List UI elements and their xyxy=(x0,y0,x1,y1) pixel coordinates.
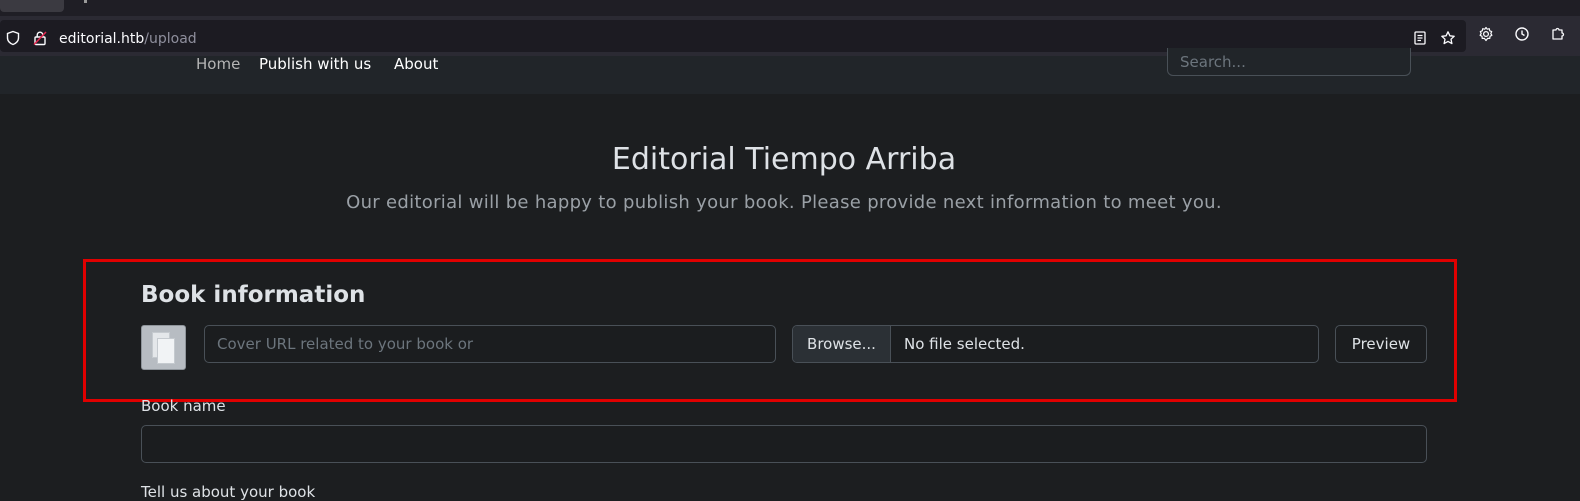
search-input[interactable] xyxy=(1167,48,1411,76)
file-status-text: No file selected. xyxy=(904,335,1025,353)
url-path: /upload xyxy=(144,31,197,47)
book-information-title: Book information xyxy=(141,282,366,308)
nav-home-link[interactable]: Home xyxy=(196,56,240,72)
extensions-puzzle-icon[interactable] xyxy=(1550,26,1566,42)
browser-tab-strip xyxy=(0,0,1580,16)
book-name-input[interactable] xyxy=(141,425,1427,463)
url-host: editorial.htb xyxy=(59,31,145,47)
tab-close-icon[interactable] xyxy=(84,0,87,3)
insecure-lock-icon[interactable] xyxy=(32,30,48,46)
book-name-label: Book name xyxy=(141,397,226,415)
gear-icon[interactable] xyxy=(1478,26,1494,42)
bookmark-star-icon[interactable] xyxy=(1440,30,1456,46)
page-subtitle: Our editorial will be happy to publish y… xyxy=(346,192,1222,213)
preview-button[interactable]: Preview xyxy=(1335,325,1427,363)
cover-preview-image xyxy=(141,325,186,370)
nav-publish-link[interactable]: Publish with us xyxy=(259,56,371,72)
shield-icon[interactable] xyxy=(5,30,21,46)
about-book-label: Tell us about your book xyxy=(141,483,316,501)
history-clock-icon[interactable] xyxy=(1514,26,1530,42)
reader-view-icon[interactable] xyxy=(1412,30,1428,46)
site-navbar: Home Publish with us About xyxy=(0,48,1580,94)
url-text[interactable]: editorial.htb/upload xyxy=(59,30,197,48)
cover-file-input[interactable]: Browse... No file selected. xyxy=(792,325,1319,363)
nav-about-link[interactable]: About xyxy=(394,56,438,72)
page-title: Editorial Tiempo Arriba xyxy=(611,142,957,177)
cover-url-input[interactable] xyxy=(204,325,776,363)
browse-button[interactable]: Browse... xyxy=(793,326,891,362)
browser-tab[interactable] xyxy=(0,0,64,12)
image-placeholder-page xyxy=(157,338,175,364)
